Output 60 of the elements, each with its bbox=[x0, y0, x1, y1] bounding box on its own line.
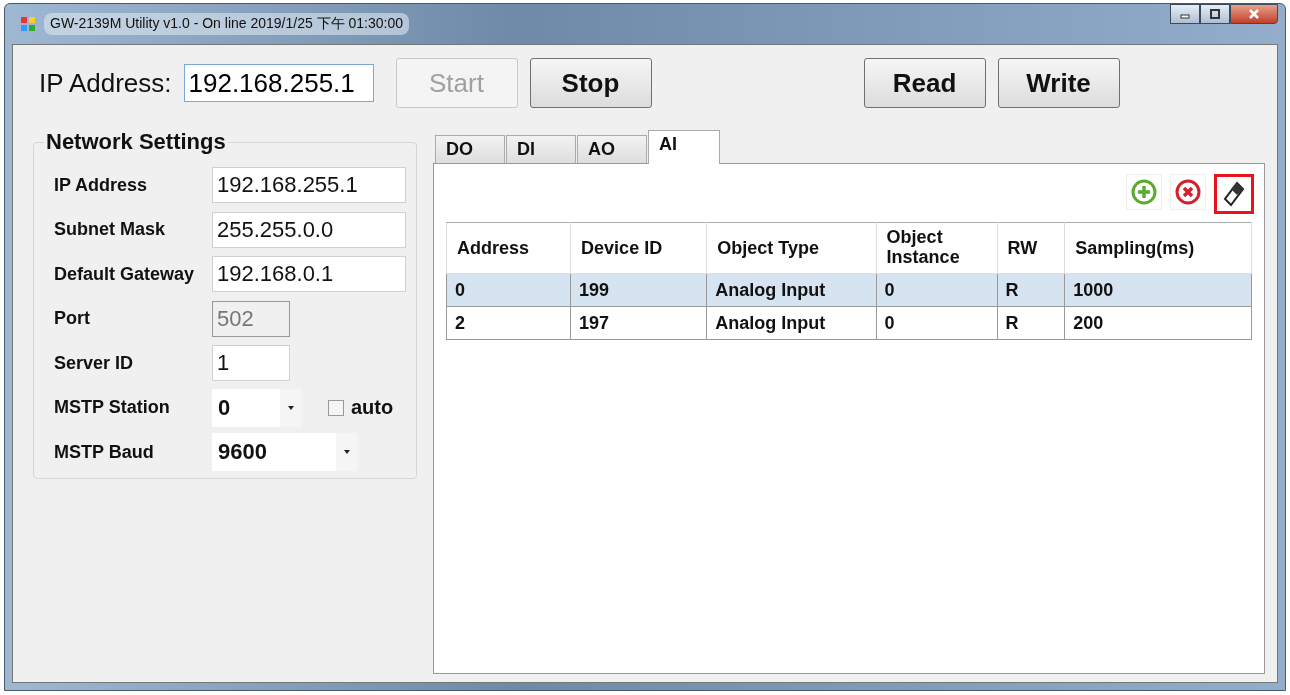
field-label: MSTP Station bbox=[54, 397, 171, 419]
table-cell: 199 bbox=[570, 273, 707, 307]
field-label: Server ID bbox=[54, 352, 135, 374]
ip-address-field[interactable]: 192.168.255.1 bbox=[183, 64, 374, 102]
field-label: Default Gateway bbox=[54, 263, 196, 285]
column-header[interactable]: Device ID bbox=[570, 222, 707, 274]
input-field[interactable]: 1 bbox=[212, 345, 290, 382]
tab[interactable]: AO bbox=[577, 135, 647, 163]
x-circle-icon bbox=[1175, 179, 1201, 205]
table-cell: 0 bbox=[446, 273, 571, 307]
close-button[interactable] bbox=[1230, 4, 1278, 24]
eraser-button[interactable] bbox=[1214, 174, 1254, 214]
input-field[interactable]: 192.168.0.1 bbox=[212, 256, 406, 293]
field-label: Port bbox=[54, 308, 91, 330]
table-cell: R bbox=[997, 273, 1065, 307]
dropdown-field[interactable]: 9600 bbox=[212, 433, 358, 472]
plus-circle-icon bbox=[1131, 179, 1157, 205]
column-header[interactable]: Address bbox=[446, 222, 571, 274]
dropdown-arrow-icon bbox=[288, 405, 294, 410]
table-row[interactable]: 2 197 Analog Input 0 R 200 bbox=[446, 306, 1252, 340]
toolbar-button[interactable]: Write bbox=[997, 58, 1120, 108]
toolbar-button[interactable]: Read bbox=[863, 58, 986, 108]
delete-button[interactable] bbox=[1170, 174, 1206, 210]
table-cell: 1000 bbox=[1064, 273, 1252, 307]
input-field[interactable]: 255.255.0.0 bbox=[212, 211, 406, 248]
app-icon bbox=[20, 16, 36, 32]
table-cell: 2 bbox=[446, 306, 571, 340]
table-cell: Analog Input bbox=[706, 306, 877, 340]
close-icon bbox=[1247, 8, 1261, 20]
dropdown-arrow-icon bbox=[344, 450, 350, 455]
window-title: GW-2139M Utility v1.0 - On line 2019/1/25 下午 01:30:00 bbox=[44, 13, 410, 35]
dropdown-field[interactable]: 0 bbox=[212, 388, 302, 427]
column-header[interactable]: Object Type bbox=[706, 222, 877, 274]
ip-address-label: IP Address: bbox=[39, 67, 172, 99]
column-header[interactable]: Object Instance bbox=[876, 222, 998, 274]
input-field[interactable]: 192.168.255.1 bbox=[212, 167, 406, 204]
table-cell: 200 bbox=[1064, 306, 1252, 340]
add-button[interactable] bbox=[1126, 174, 1162, 210]
checkbox-label: auto bbox=[351, 396, 394, 420]
tab[interactable]: AI bbox=[648, 130, 720, 164]
maximize-icon bbox=[1209, 9, 1221, 19]
column-header[interactable]: RW bbox=[997, 222, 1065, 274]
toolbar-button[interactable]: Stop bbox=[529, 58, 652, 108]
table-cell: 0 bbox=[876, 306, 998, 340]
checkbox[interactable] bbox=[328, 399, 344, 416]
column-header[interactable]: Sampling(ms) bbox=[1064, 222, 1252, 274]
tab[interactable]: DI bbox=[506, 135, 576, 163]
table-row[interactable]: 0 199 Analog Input 0 R 1000 bbox=[446, 273, 1252, 307]
tab[interactable]: DO bbox=[435, 135, 505, 163]
maximize-button[interactable] bbox=[1200, 4, 1230, 24]
field-label: MSTP Baud bbox=[54, 441, 155, 463]
eraser-icon bbox=[1223, 181, 1245, 207]
field-label: Subnet Mask bbox=[54, 219, 167, 241]
group-title: Network Settings bbox=[45, 129, 227, 155]
table-cell: 0 bbox=[876, 273, 998, 307]
field-label: IP Address bbox=[54, 174, 149, 196]
table-cell: Analog Input bbox=[706, 273, 877, 307]
table-cell: 197 bbox=[570, 306, 707, 340]
minimize-button[interactable] bbox=[1170, 4, 1200, 24]
table-cell: R bbox=[997, 306, 1065, 340]
